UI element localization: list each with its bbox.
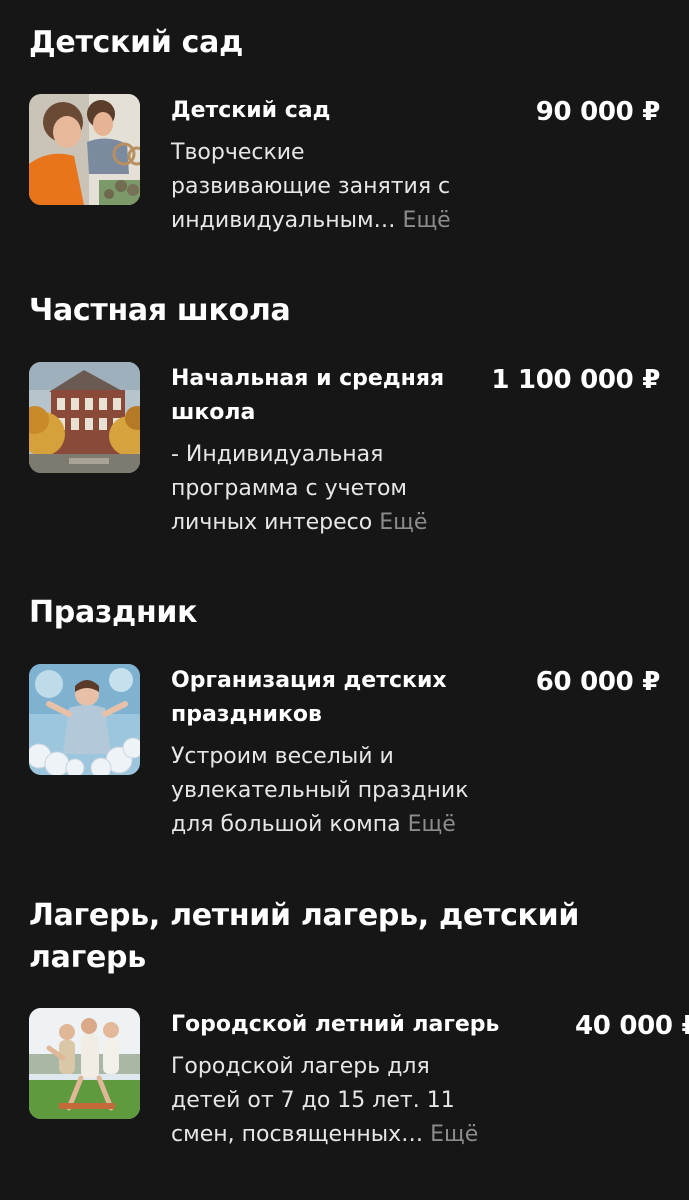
more-link[interactable]: Ещё (379, 510, 427, 535)
section-title-camp: Лагерь, летний лагерь, детский лагерь (29, 898, 580, 975)
description-line: Устроим веселый и (171, 744, 394, 769)
service-card-private-school[interactable]: Начальная и средняя школа - Индивидуальн… (0, 362, 689, 542)
photo-children-playing-icon (29, 94, 140, 205)
service-description: Творческие развивающие занятия с индивид… (171, 136, 501, 238)
service-price: 60 000 ₽ (535, 667, 661, 697)
description-line: для большой компа (171, 812, 401, 837)
service-title: Детский сад (171, 98, 331, 123)
description-line: увлекательный праздник (171, 778, 469, 803)
photo-school-building-icon (29, 362, 140, 473)
service-card-party[interactable]: Организация детских праздников Устроим в… (0, 664, 689, 844)
service-title: Организация детских праздников (171, 668, 447, 727)
more-link[interactable]: Ещё (430, 1122, 478, 1147)
photo-summer-camp-icon (29, 1008, 140, 1119)
photo-party-girl-icon (29, 664, 140, 775)
section-title-party: Праздник (29, 595, 198, 630)
service-price: 40 000 ₽ (575, 1011, 689, 1041)
description-line: Творческие (171, 140, 305, 165)
service-card-kindergarten[interactable]: Детский сад Творческие развивающие занят… (0, 94, 689, 244)
service-price: 90 000 ₽ (535, 97, 661, 127)
service-price: 1 100 000 ₽ (491, 365, 660, 395)
more-link[interactable]: Ещё (403, 208, 451, 233)
service-card-summer-camp[interactable]: Городской летний лагерь Городской лагерь… (0, 1008, 689, 1158)
section-title-private-school: Частная школа (29, 293, 291, 328)
section-title-kindergarten: Детский сад (29, 25, 244, 60)
description-line: программа с учетом (171, 476, 407, 501)
description-line: развивающие занятия с (171, 174, 451, 199)
service-description: - Индивидуальная программа с учетом личн… (171, 438, 501, 540)
description-line: - Индивидуальная (171, 442, 384, 467)
description-line: личных интересо (171, 510, 373, 535)
service-description: Городской лагерь для детей от 7 до 15 ле… (171, 1050, 501, 1152)
service-description: Устроим веселый и увлекательный праздник… (171, 740, 501, 842)
description-line: детей от 7 до 15 лет. 11 (171, 1088, 455, 1113)
description-line: Городской лагерь для (171, 1054, 430, 1079)
service-title: Начальная и средняя школа (171, 366, 445, 425)
service-title: Городской летний лагерь (171, 1012, 500, 1037)
description-line: смен, посвященных… (171, 1122, 424, 1147)
description-line: индивидуальным… (171, 208, 396, 233)
more-link[interactable]: Ещё (408, 812, 456, 837)
